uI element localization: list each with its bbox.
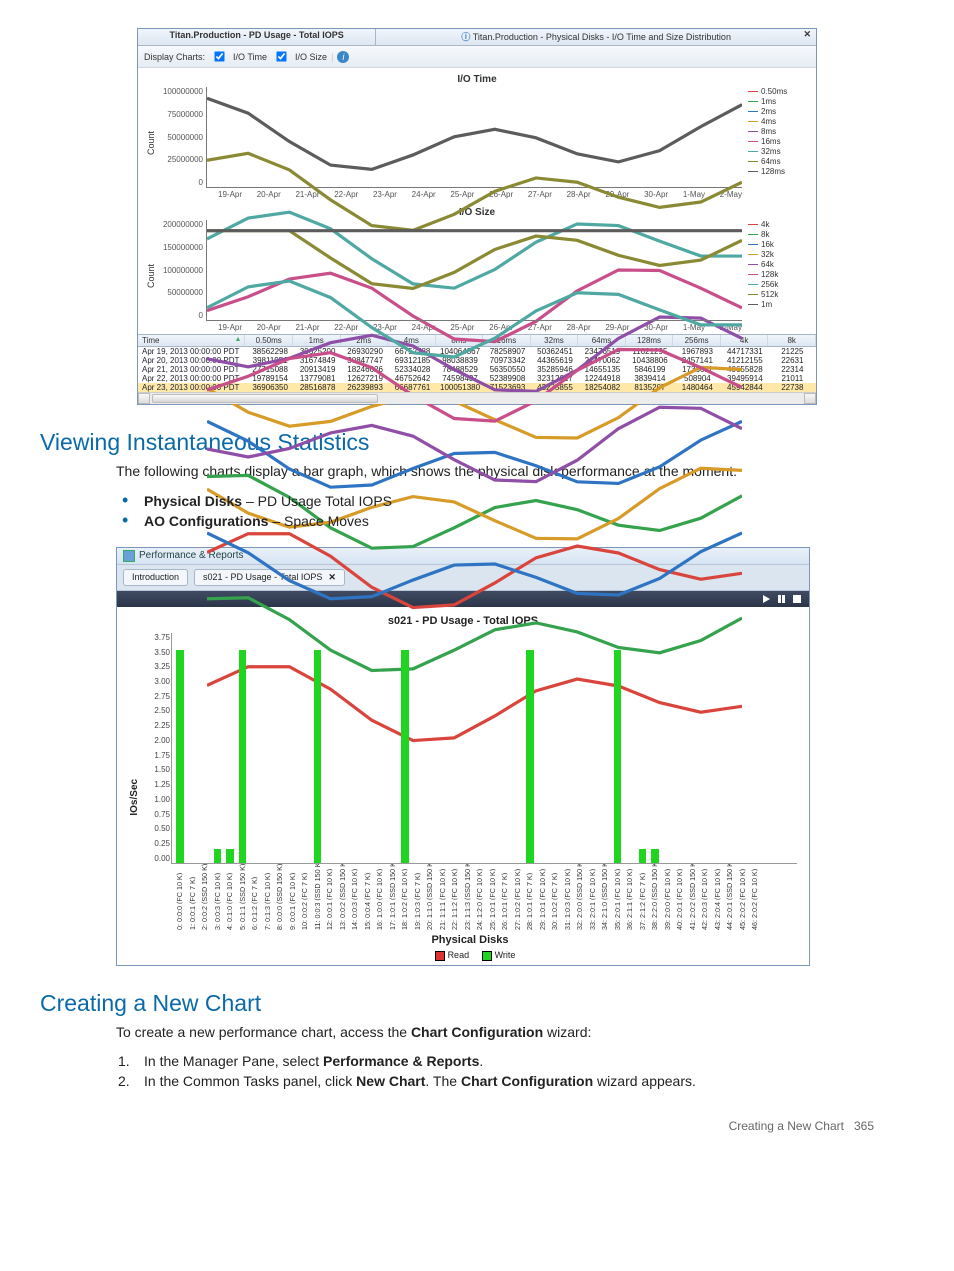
info-icon: ⓘ (461, 32, 470, 42)
legend-entry: 1ms (748, 97, 808, 106)
bar (226, 849, 234, 863)
legend-entry: 4ms (748, 117, 808, 126)
page-footer: Creating a New Chart 365 (40, 1119, 874, 1133)
play-icon[interactable] (763, 595, 770, 603)
chart1-plot: 1000000007500000050000000250000000 (206, 87, 742, 188)
pane-title-left: Titan.Production - PD Usage - Total IOPS (138, 29, 376, 45)
chart1-title: I/O Time (146, 74, 808, 85)
bar (214, 849, 222, 863)
legend-entry: 128k (748, 270, 808, 279)
legend-swatch-read (435, 951, 445, 961)
stop-icon[interactable] (793, 595, 801, 603)
bar (651, 849, 659, 863)
iotime-checkbox-label: I/O Time (233, 52, 267, 62)
legend-entry: 4k (748, 220, 808, 229)
legend-entry: 64k (748, 260, 808, 269)
bar-chart-plot: 3.753.503.253.002.752.502.252.001.751.50… (171, 633, 797, 864)
horizontal-scrollbar[interactable] (138, 392, 816, 404)
legend-entry: 64ms (748, 157, 808, 166)
section2-steps: In the Manager Pane, select Performance … (144, 1053, 914, 1089)
bar-chart-xlabel: Physical Disks (143, 934, 797, 946)
step-item: In the Manager Pane, select Performance … (144, 1053, 914, 1069)
close-icon[interactable]: ✕ (803, 29, 811, 40)
bar-chart-ylabel: IOs/Sec (129, 633, 143, 961)
bar (639, 849, 647, 863)
window-icon (123, 550, 135, 562)
section2-intro: To create a new performance chart, acces… (116, 1023, 914, 1042)
iotime-checkbox[interactable] (214, 51, 224, 61)
col-header[interactable]: 8k (768, 335, 816, 346)
bar (314, 650, 322, 863)
chart1-legend: 0.50ms1ms2ms4ms8ms16ms32ms64ms128ms (742, 87, 808, 199)
bar-chart-legend: Read Write (143, 950, 797, 961)
display-charts-toolbar: Display Charts: I/O Time I/O Size | i (138, 46, 816, 68)
step-item: In the Common Tasks panel, click New Cha… (144, 1073, 914, 1089)
legend-entry: 32k (748, 250, 808, 259)
legend-entry: 256k (748, 280, 808, 289)
chart2-plot: 200000000150000000100000000500000000 (206, 220, 742, 321)
bar (614, 650, 622, 863)
legend-entry: 0.50ms (748, 87, 808, 96)
bar (176, 650, 184, 863)
section-heading-new-chart: Creating a New Chart (40, 990, 914, 1017)
pause-icon[interactable] (778, 595, 785, 603)
legend-entry: 1m (748, 300, 808, 309)
legend-entry: 8k (748, 230, 808, 239)
chart2-ylabel: Count (146, 220, 158, 332)
chart1-ylabel: Count (146, 87, 158, 199)
col-header[interactable]: Time▲ (138, 335, 245, 346)
legend-swatch-write (482, 951, 492, 961)
timeseries-app-screenshot: Titan.Production - PD Usage - Total IOPS… (137, 28, 817, 405)
tab[interactable]: Introduction (123, 569, 188, 586)
display-charts-label: Display Charts: (144, 52, 205, 62)
legend-entry: 32ms (748, 147, 808, 156)
legend-entry: 8ms (748, 127, 808, 136)
legend-entry: 128ms (748, 167, 808, 176)
iosize-checkbox[interactable] (276, 51, 286, 61)
legend-entry: 16k (748, 240, 808, 249)
bullet-item: AO Configurations – Space Moves (144, 513, 914, 529)
legend-entry: 512k (748, 290, 808, 299)
chart2-legend: 4k8k16k32k64k128k256k512k1m (742, 220, 808, 332)
legend-entry: 16ms (748, 137, 808, 146)
info-icon[interactable]: i (337, 51, 349, 63)
iosize-checkbox-label: I/O Size (295, 52, 327, 62)
legend-entry: 2ms (748, 107, 808, 116)
pane-title-right: ⓘ Titan.Production - Physical Disks - I/… (376, 29, 816, 45)
bar (239, 650, 247, 863)
bar (401, 650, 409, 863)
sort-asc-icon: ▲ (234, 336, 241, 343)
bullet-item: Physical Disks – PD Usage Total IOPS (144, 493, 914, 509)
bar (526, 650, 534, 863)
bar-chart-xticks: 0: 0:0:0 (FC 10 K)1: 0:0:1 (FC 7 K)2: 0:… (171, 864, 797, 930)
